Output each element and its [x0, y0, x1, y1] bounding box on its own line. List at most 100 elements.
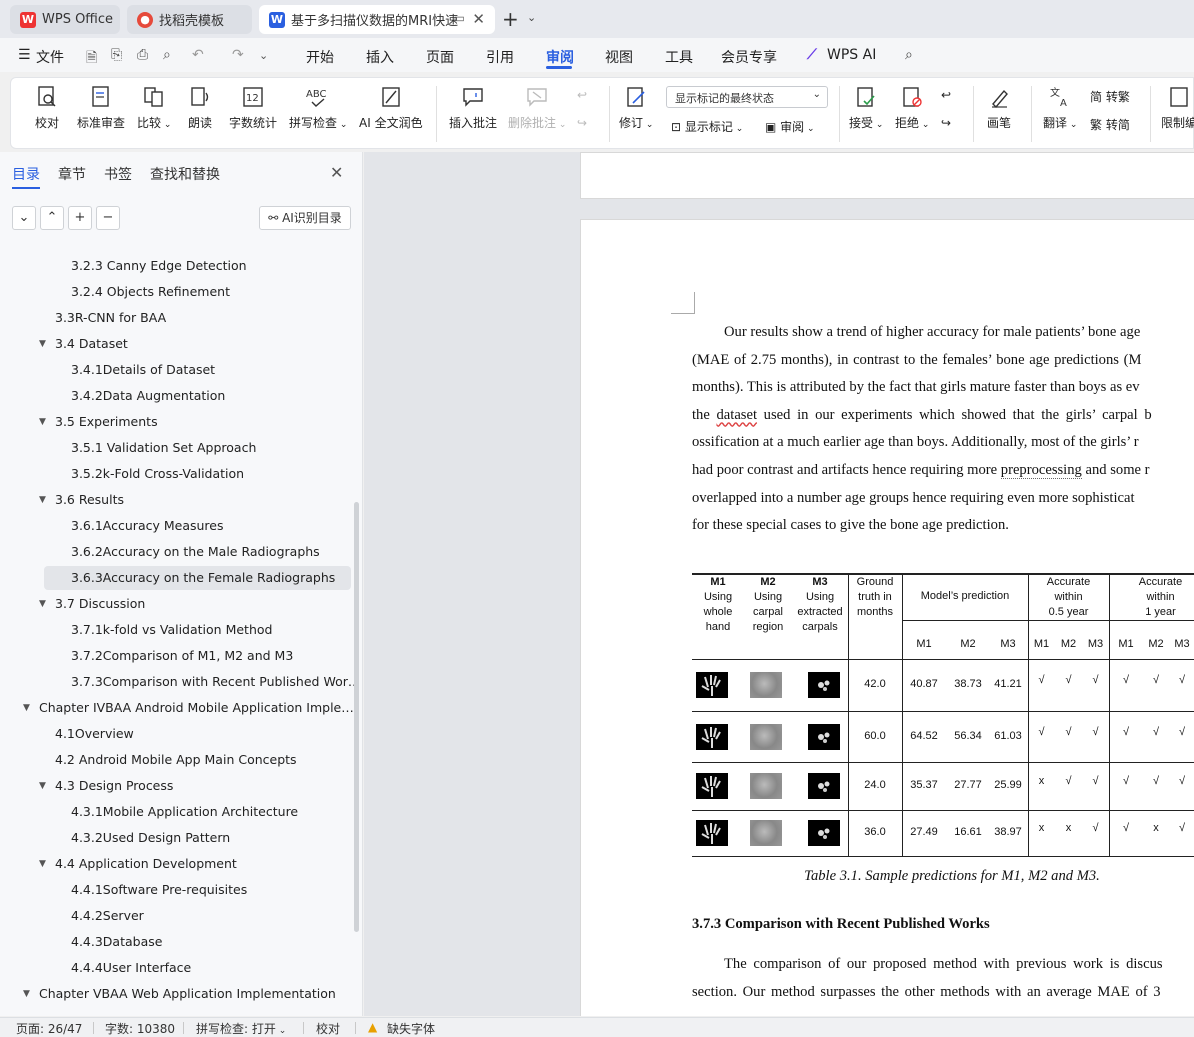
page-indicator[interactable]: 页面: 26/47 [16, 1020, 82, 1037]
menu-view[interactable]: 视图 [605, 47, 633, 67]
expand-triangle-icon[interactable]: ▼ [39, 852, 46, 876]
menu-home[interactable]: 开始 [306, 47, 334, 67]
read-aloud-button[interactable]: 朗读 [188, 84, 212, 131]
tab-wps-office[interactable]: W WPS Office [10, 5, 120, 34]
compare-button[interactable]: 比较 ⌄ [137, 84, 171, 131]
screen-icon[interactable]: ▭ [454, 11, 465, 25]
toc-item[interactable]: 3.5.2k-Fold Cross-Validation [71, 462, 342, 486]
collapse-all-button[interactable]: ⌄ [12, 206, 36, 230]
search-icon[interactable]: ⌕ [905, 47, 913, 63]
toc-item[interactable]: 3.7.2Comparison of M1, M2 and M3 [71, 644, 342, 668]
ai-polish-button[interactable]: AI 全文润色 [359, 84, 423, 131]
toc-item[interactable]: 3.6.3Accuracy on the Female Radiographs [44, 566, 351, 590]
tab-template[interactable]: ● 找稻壳模板 [127, 5, 252, 34]
toc-item[interactable]: 3.6.2Accuracy on the Male Radiographs [71, 540, 342, 564]
prev-change-icon[interactable]: ↩ [941, 88, 951, 102]
toc-item[interactable]: 3.5.1 Validation Set Approach [71, 436, 342, 460]
save-icon[interactable]: 🗎 [86, 47, 97, 71]
expand-triangle-icon[interactable]: ▼ [39, 488, 46, 512]
standard-review-button[interactable]: 标准审查 [77, 84, 125, 131]
redo-icon[interactable]: ↷ [232, 47, 244, 63]
toc-item[interactable]: 3.2.3 Canny Edge Detection [71, 254, 342, 278]
reject-button[interactable]: 拒绝 ⌄ [895, 84, 929, 131]
toc-item[interactable]: 3.2.4 Objects Refinement [71, 280, 342, 304]
spell-check-status[interactable]: 拼写检查: 打开 ⌄ [196, 1020, 286, 1037]
toc-item[interactable]: ▼ 3.4 Dataset [39, 332, 342, 356]
expand-triangle-icon[interactable]: ▼ [39, 332, 46, 356]
close-icon[interactable]: ✕ [330, 163, 343, 182]
expand-triangle-icon[interactable]: ▼ [39, 592, 46, 616]
menu-references[interactable]: 引用 [486, 47, 514, 67]
undo-icon[interactable]: ↶ [192, 47, 204, 63]
to-traditional-button[interactable]: 简 转繁 [1090, 88, 1130, 105]
toc-scrollbar[interactable] [354, 502, 359, 932]
new-tab-button[interactable]: + [502, 7, 519, 31]
expand-triangle-icon[interactable]: ▼ [23, 696, 30, 720]
toc-item[interactable]: ▼ 4.3 Design Process [39, 774, 342, 798]
toc-item[interactable]: 4.2 Android Mobile App Main Concepts [55, 748, 342, 772]
menu-wps-ai[interactable]: WPS AI [827, 47, 876, 63]
toc-item[interactable]: 4.3.2Used Design Pattern [71, 826, 342, 850]
menu-insert[interactable]: 插入 [366, 47, 394, 67]
toc-item[interactable]: 3.3R-CNN for BAA [55, 306, 342, 330]
spelling-flag[interactable]: preprocessing [1000, 461, 1082, 479]
export-icon[interactable]: ⎘ [111, 47, 122, 63]
delete-comment-button[interactable]: 删除批注 ⌄ [508, 84, 566, 131]
toc-item[interactable]: 4.4.3Database [71, 930, 342, 954]
pen-button[interactable]: 画笔 [987, 84, 1011, 131]
restrict-editing-button[interactable]: 限制编 [1161, 84, 1194, 131]
tab-document[interactable]: W 基于多扫描仪数据的MRI快速 ▭ ✕ [259, 5, 495, 34]
toc-item[interactable]: 4.4.1Software Pre-requisites [71, 878, 342, 902]
show-markup-button[interactable]: ⊡ 显示标记 ⌄ [671, 118, 743, 135]
print-preview-icon[interactable]: ⌕ [163, 47, 171, 63]
toc-item-partial[interactable]: ‐ ‐ [120, 236, 210, 244]
tab-bookmarks[interactable]: 书签 [104, 164, 132, 184]
menu-review[interactable]: 审阅 [546, 47, 574, 67]
toc-item[interactable]: ▼ Chapter IVBAA Android Mobile Applicatio… [23, 696, 354, 720]
toc-item[interactable]: 3.4.1Details of Dataset [71, 358, 342, 382]
word-count[interactable]: 字数: 10380 [105, 1020, 175, 1037]
track-changes-button[interactable]: 修订 ⌄ [619, 84, 653, 131]
toc-item[interactable]: 3.7.1k-fold vs Validation Method [71, 618, 342, 642]
hamburger-icon[interactable]: ☰ [18, 47, 31, 63]
spelling-flag[interactable]: dataset [716, 407, 757, 423]
missing-font-status[interactable]: 缺失字体 [387, 1020, 435, 1037]
more-chevron-icon[interactable]: ⌄ [259, 49, 268, 62]
next-change-icon[interactable]: ↪ [941, 116, 951, 130]
to-simplified-button[interactable]: 繁 转简 [1090, 116, 1130, 133]
chevron-down-icon[interactable]: ⌄ [527, 11, 536, 24]
toc-item[interactable]: ▼ 3.6 Results [39, 488, 342, 512]
expand-triangle-icon[interactable]: ▼ [39, 774, 46, 798]
ai-toc-button[interactable]: ⚯ AI识别目录 [259, 206, 351, 230]
toc-item[interactable]: 3.7.3Comparison with Recent Published Wo… [71, 670, 355, 694]
toc-item[interactable]: 4.3.1Mobile Application Architecture [71, 800, 342, 824]
menu-page[interactable]: 页面 [426, 47, 454, 67]
print-icon[interactable]: ⎙ [137, 47, 148, 63]
menu-member[interactable]: 会员专享 [721, 47, 777, 67]
toc-item[interactable]: 4.4.2Server [71, 904, 342, 928]
expand-triangle-icon[interactable]: ▼ [23, 982, 30, 1006]
add-heading-button[interactable]: + [68, 206, 92, 230]
proofread-button[interactable]: 校对 [35, 84, 59, 131]
toc-item[interactable]: ▼ 3.7 Discussion [39, 592, 342, 616]
remove-heading-button[interactable]: − [96, 206, 120, 230]
menu-tools[interactable]: 工具 [665, 47, 693, 67]
toc-item[interactable]: 4.4.4User Interface [71, 956, 342, 980]
tab-toc[interactable]: 目录 [12, 164, 40, 184]
close-tab-icon[interactable]: ✕ [472, 10, 485, 28]
prev-comment-icon[interactable]: ↩ [577, 88, 587, 102]
proofread-status[interactable]: 校对 [316, 1020, 340, 1037]
toc-item[interactable]: ▼ 4.4 Application Development [39, 852, 342, 876]
move-up-button[interactable]: ⌃ [40, 206, 64, 230]
translate-button[interactable]: 文 A 翻译 ⌄ [1043, 84, 1077, 131]
document-page[interactable]: Our results show a trend of higher accur… [580, 219, 1194, 1016]
toc-item[interactable]: ▼ 3.5 Experiments [39, 410, 342, 434]
toc-item[interactable]: 3.4.2Data Augmentation [71, 384, 342, 408]
markup-mode-select[interactable]: 显示标记的最终状态 ⌄ [666, 86, 828, 108]
insert-comment-button[interactable]: 插入批注 [449, 84, 497, 131]
toc-item[interactable]: ▼ Chapter VBAA Web Application Implementa… [23, 982, 342, 1006]
accept-button[interactable]: 接受 ⌄ [849, 84, 883, 131]
review-pane-button[interactable]: ▣ 审阅 ⌄ [765, 118, 815, 135]
spell-check-button[interactable]: ABC 拼写检查 ⌄ [289, 84, 347, 131]
word-count-button[interactable]: 12 字数统计 [229, 84, 277, 131]
